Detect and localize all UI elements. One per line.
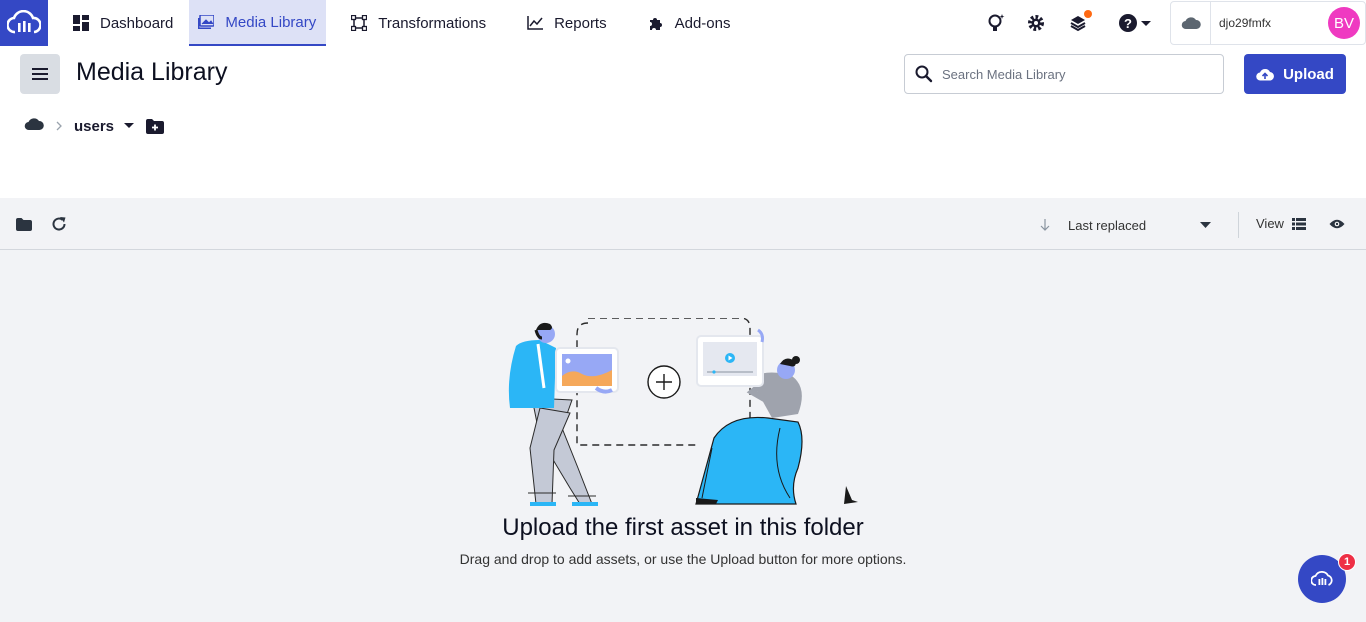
refresh-icon[interactable] [50,215,68,233]
search-box[interactable] [904,54,1224,94]
account-switcher[interactable]: djo29fmfx BV [1170,1,1366,45]
upload-button[interactable]: Upload [1244,54,1346,94]
cloudinary-logo[interactable] [0,0,48,46]
new-folder-icon[interactable] [146,118,165,134]
empty-state-subtitle: Drag and drop to add assets, or use the … [459,551,907,567]
help-menu[interactable]: ? [1118,13,1152,33]
caret-down-icon[interactable] [1200,222,1211,228]
assets-toolbar: Last replaced View [0,198,1366,250]
nav-media-library-label: Media Library [225,13,317,31]
nav-media-library[interactable]: Media Library [189,0,327,46]
root-cloud-icon[interactable] [24,117,44,136]
nav-right: ? djo29fmfx BV [986,0,1366,46]
sort-control[interactable]: Last replaced [1040,214,1211,236]
empty-folder-illustration [508,318,858,506]
empty-state-title: Upload the first asset in this folder [502,514,864,541]
view-toggle[interactable]: View [1256,216,1306,231]
nav-add-ons[interactable]: Add-ons [623,0,747,46]
nav-add-ons-label: Add-ons [674,14,731,32]
view-label: View [1256,216,1284,231]
list-view-icon[interactable] [1291,217,1306,230]
folder-icon[interactable] [15,215,33,233]
lightbulb-icon[interactable] [986,13,1006,33]
avatar[interactable]: BV [1328,7,1360,39]
stack-icon[interactable] [1068,10,1092,33]
top-nav: Dashboard Media Library Transformations … [0,0,1366,46]
puzzle-icon [647,14,665,32]
svg-text:?: ? [1124,16,1132,31]
transformations-icon [350,14,368,32]
sort-direction-icon[interactable] [1040,219,1050,231]
cloudinary-chat-icon [1311,571,1333,586]
chat-notification-badge: 1 [1338,553,1356,571]
search-input[interactable] [942,66,1212,82]
nav-transformations-label: Transformations [378,14,487,32]
gear-icon[interactable] [1026,13,1046,33]
upload-button-label: Upload [1283,65,1334,83]
notification-dot [1084,10,1092,18]
caret-down-icon[interactable] [124,123,135,129]
media-library-icon [197,13,215,31]
nav-reports-label: Reports [554,14,607,32]
cloudinary-logo-icon [7,10,41,34]
eye-icon[interactable] [1328,215,1346,233]
help-icon: ? [1119,14,1151,32]
cloud-name: djo29fmfx [1219,16,1272,30]
nav-dashboard[interactable]: Dashboard [48,0,189,46]
sort-select-value[interactable]: Last replaced [1068,218,1200,233]
reports-icon [526,14,544,32]
dashboard-icon [72,14,90,32]
chevron-right-icon [56,119,62,134]
nav-dashboard-label: Dashboard [100,14,174,32]
cloud-upload-icon [1256,68,1275,81]
nav-reports[interactable]: Reports [502,0,623,46]
nav-transformations[interactable]: Transformations [326,0,502,46]
breadcrumb: users [24,116,165,136]
search-icon [915,65,933,83]
toolbar-divider [1238,212,1239,238]
hamburger-icon [32,68,48,80]
page-title: Media Library [76,58,228,86]
breadcrumb-folder[interactable]: users [74,118,114,135]
cloud-icon [1171,2,1211,44]
sidebar-toggle-button[interactable] [20,54,60,94]
